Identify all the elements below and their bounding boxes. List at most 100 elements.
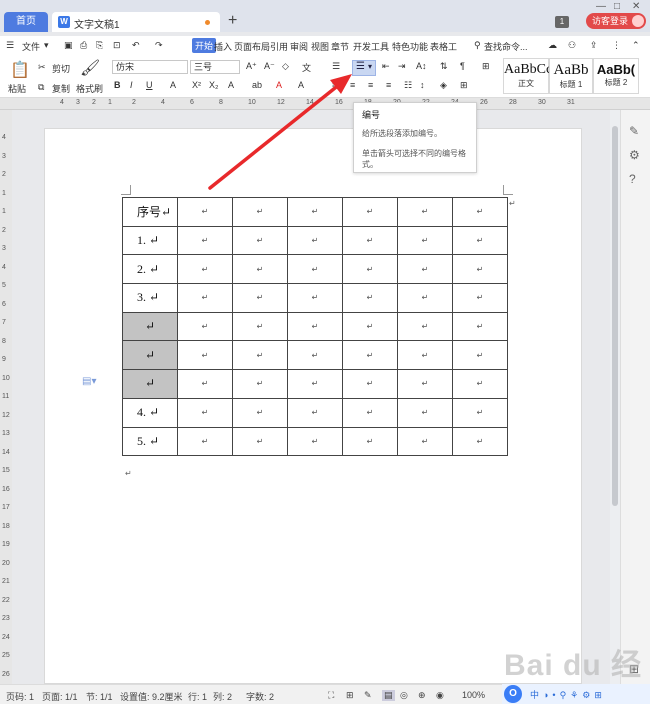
font-name-select[interactable]: 仿宋 — [112, 60, 188, 74]
table-cell[interactable]: ↵ — [452, 397, 508, 428]
table-cell[interactable]: ↵ — [177, 397, 233, 428]
table-cell[interactable]: ↵ — [452, 254, 508, 285]
table-cell[interactable]: ↵ — [342, 340, 398, 371]
clear-format-icon[interactable]: ◇ — [282, 61, 289, 72]
view-globe-icon[interactable]: ⊕ — [418, 690, 426, 701]
show-marks-icon[interactable]: ¶ — [460, 61, 465, 71]
status-setting[interactable]: 设置值: 9.2厘米 — [120, 690, 183, 703]
decrease-indent-icon[interactable]: ⇤ — [382, 61, 390, 72]
maximize-button[interactable]: □ — [614, 1, 620, 12]
table-cell[interactable]: ↵ — [397, 197, 453, 227]
shading-icon[interactable]: ◈ — [440, 80, 447, 91]
table-cell[interactable]: ↵ — [397, 340, 453, 371]
menu-features[interactable]: 特色功能 — [392, 40, 428, 53]
paragraph-layout-icon[interactable]: ▤▾ — [82, 376, 96, 387]
table-cell[interactable]: ↵ — [287, 254, 343, 285]
status-section[interactable]: 节: 1/1 — [86, 690, 113, 703]
table-cell[interactable]: ↵ — [287, 197, 343, 227]
table-cell[interactable]: ↵ — [177, 369, 233, 399]
table-cell[interactable]: ↵ — [287, 225, 343, 256]
ime-tools[interactable]: 中◑•⚲⚘⚙⊞ — [530, 688, 606, 701]
table-cell[interactable]: ↵ — [177, 283, 233, 313]
table-cell[interactable]: ↵ — [397, 311, 453, 342]
table-cell[interactable]: ↵ — [177, 254, 233, 285]
menu-chapter[interactable]: 章节 — [331, 40, 349, 53]
table-cell[interactable]: ↵ — [452, 197, 508, 227]
table-cell-number[interactable]: ↵ — [122, 340, 178, 371]
copy-button[interactable]: 复制 — [52, 82, 70, 95]
table-cell[interactable]: ↵ — [232, 397, 288, 428]
visitor-login-button[interactable]: 访客登录 — [586, 13, 646, 29]
table-cell[interactable]: ↵ — [177, 426, 233, 457]
table-cell[interactable]: ↵ — [397, 254, 453, 285]
scrollbar-thumb[interactable] — [612, 126, 618, 506]
table-cell[interactable]: ↵ — [342, 197, 398, 227]
table-cell[interactable]: ↵ — [397, 426, 453, 457]
status-column[interactable]: 列: 2 — [213, 690, 232, 703]
hamburger-icon[interactable]: ☰ — [6, 40, 14, 51]
table-cell-number[interactable]: ↵ — [122, 369, 178, 399]
table-cell[interactable]: ↵ — [452, 311, 508, 342]
eye-protect-icon[interactable]: ◉ — [436, 690, 444, 701]
sort-icon[interactable]: ⇅ — [440, 61, 448, 72]
menu-start[interactable]: 开始 — [192, 38, 217, 53]
vertical-scrollbar[interactable] — [610, 110, 620, 684]
table-cell[interactable]: ↵ — [287, 397, 343, 428]
view-outline-icon[interactable]: ⛶ — [328, 690, 334, 701]
menu-file[interactable]: 文件 — [22, 40, 40, 53]
menu-insert[interactable]: 插入 — [214, 40, 232, 53]
cloud-icon[interactable]: ☁ — [548, 40, 557, 51]
table-cell[interactable]: ↵ — [452, 340, 508, 371]
ime-logo-icon[interactable]: O — [504, 685, 522, 703]
search-command[interactable]: 查找命令... — [484, 40, 528, 53]
paste-icon[interactable]: 📋 — [10, 60, 30, 80]
table-cell[interactable]: ↵ — [232, 254, 288, 285]
pen-icon[interactable]: ✎ — [629, 124, 639, 138]
table-cell-number[interactable]: 2. ↵ — [122, 254, 178, 285]
table-cell-number[interactable]: 5. ↵ — [122, 426, 178, 457]
table-cell[interactable]: ↵ — [232, 311, 288, 342]
status-row[interactable]: 行: 1 — [188, 690, 207, 703]
table-cell[interactable]: ↵ — [397, 369, 453, 399]
menu-table-tools[interactable]: 表格工 — [430, 40, 457, 53]
bullets-icon[interactable]: ☰ — [332, 61, 340, 72]
subscript-icon[interactable]: X₂ — [209, 80, 219, 90]
view-web-icon[interactable]: ◎ — [400, 690, 408, 701]
table-cell[interactable]: ↵ — [287, 369, 343, 399]
text-effect-icon[interactable]: A — [228, 80, 234, 90]
view-write-icon[interactable]: ✎ — [364, 690, 372, 701]
print-preview-icon[interactable]: ⊡ — [113, 40, 121, 51]
ime-toolbar[interactable]: O 中◑•⚲⚘⚙⊞ — [502, 684, 650, 704]
menu-view[interactable]: 视图 — [311, 40, 329, 53]
window-count-badge[interactable]: 1 — [555, 16, 569, 28]
align-center-icon[interactable]: ≡ — [350, 80, 355, 90]
document-page[interactable]: 序号↵ ↵ ↵ ↵ ↵ ↵ ↵ 1. ↵ ↵ ↵ ↵ ↵ ↵ ↵ 2. ↵ ↵ ↵ ↵ ↵ ↵ ↵ 3. ↵ ↵ ↵ ↵ ↵ ↵ ↵ ↵… — [44, 128, 582, 684]
table-cell[interactable]: ↵ — [342, 254, 398, 285]
new-tab-button[interactable]: + — [228, 12, 237, 30]
line-spacing-icon[interactable]: ↕ — [420, 80, 425, 90]
shrink-font-icon[interactable]: A⁻ — [264, 61, 275, 72]
table-cell-number[interactable]: ↵ — [122, 311, 178, 342]
table-cell-number[interactable]: 1. ↵ — [122, 225, 178, 256]
increase-indent-icon[interactable]: ⇥ — [398, 61, 406, 72]
search-icon[interactable]: ⚲ — [474, 40, 481, 51]
table-cell[interactable]: ↵ — [232, 340, 288, 371]
table-cell[interactable]: ↵ — [287, 283, 343, 313]
char-shading-icon[interactable]: A — [298, 80, 304, 90]
table-cell[interactable]: ↵ — [342, 426, 398, 457]
table-cell[interactable]: ↵ — [177, 340, 233, 371]
copy-icon[interactable]: ⧉ — [38, 82, 44, 93]
table-cell[interactable]: ↵ — [287, 311, 343, 342]
export-pdf-icon[interactable]: ⎙ — [80, 40, 87, 51]
grow-font-icon[interactable]: A⁺ — [246, 61, 257, 72]
numbering-button[interactable]: ☰ ▾ — [352, 60, 376, 76]
table-cell[interactable]: ↵ — [452, 283, 508, 313]
phonetic-icon[interactable]: 文 — [302, 61, 311, 74]
align-right-icon[interactable]: ≡ — [368, 80, 373, 90]
table-cell[interactable]: ↵ — [232, 283, 288, 313]
view-read-icon[interactable]: ⊞ — [346, 690, 354, 701]
status-page-number[interactable]: 页码: 1 — [6, 690, 34, 703]
strikethrough-icon[interactable]: A — [170, 80, 176, 90]
style-heading-1[interactable]: AaBb 标题 1 — [549, 58, 593, 94]
bold-icon[interactable]: B — [114, 80, 121, 90]
